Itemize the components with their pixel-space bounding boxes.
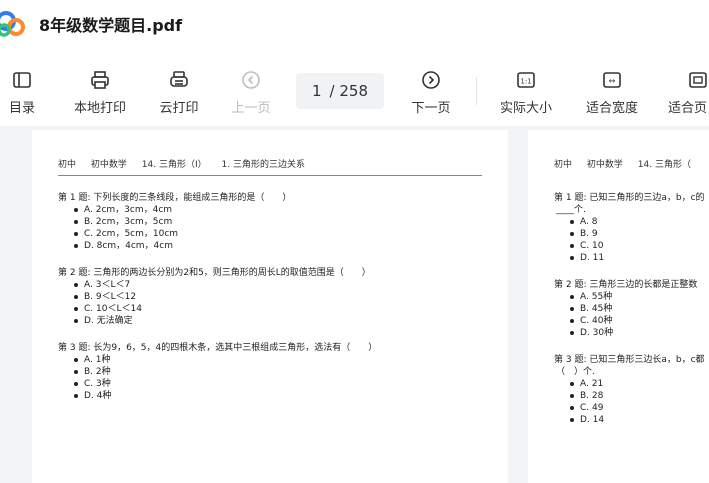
pdf-page-1: 初中 初中数学 14. 三角形（I） 1. 三角形的三边关系 第 1 题: 下列… <box>32 130 508 483</box>
question-2: 第 2 题: 三角形三边的长都是正整数 A. 55种 B. 45种 C. 40种… <box>554 279 697 339</box>
cloud-print-label: 云打印 <box>159 101 199 116</box>
question-3: 第 3 题: 长为9，6，5，4的四根木条，选其中三根组成三角形，选法有（ ） … <box>58 342 377 402</box>
local-print-label: 本地打印 <box>73 101 126 116</box>
header-divider <box>58 175 482 176</box>
actual-size-icon-text: 1:1 <box>520 78 531 86</box>
option-list: A. 8 B. 9 C. 10 D. 11 <box>570 216 705 264</box>
option-list: A. 1种 B. 2种 C. 3种 D. 4种 <box>74 354 377 402</box>
option-item: C. 10＜L＜14 <box>74 303 371 315</box>
actual-size-button[interactable]: 1:1 实际大小 <box>494 70 558 120</box>
option-item: C. 49 <box>570 402 705 414</box>
option-item: B. 2种 <box>74 366 377 378</box>
option-item: C. 10 <box>570 240 705 252</box>
option-item: D. 14 <box>570 414 705 426</box>
breadcrumb-item: 初中数学 <box>90 160 127 170</box>
fit-width-icon-text: ↔ <box>609 77 616 86</box>
toolbar: 目录 本地打印 云打印 上一页 1 / 258 下一页 1:1 实际大小 ↔ 适… <box>0 60 709 126</box>
question-blank: ____个. <box>556 205 586 215</box>
cloud-print-button[interactable]: 云打印 <box>152 70 206 120</box>
toolbar-divider <box>476 77 477 105</box>
question-title: 第 1 题: 已知三角形的三边a，b，c的 <box>554 193 705 203</box>
option-item: D. 无法确定 <box>74 315 371 327</box>
option-item: A. 3＜L＜7 <box>74 279 371 291</box>
option-item: A. 2cm，3cm，4cm <box>74 204 291 216</box>
option-item: D. 30种 <box>570 327 697 339</box>
question-title: 第 2 题: 三角形三边的长都是正整数 <box>554 280 698 290</box>
option-item: B. 2cm，3cm，5cm <box>74 216 291 228</box>
breadcrumb-item: 1. 三角形的三边关系 <box>221 160 305 170</box>
option-item: C. 2cm，5cm，10cm <box>74 228 291 240</box>
toc-sidebar-icon <box>13 72 31 88</box>
option-item: B. 9 <box>570 228 705 240</box>
option-list: A. 3＜L＜7 B. 9＜L＜12 C. 10＜L＜14 D. 无法确定 <box>74 279 371 327</box>
fit-width-icon: ↔ <box>603 72 621 88</box>
option-item: D. 4种 <box>74 390 377 402</box>
breadcrumb-item: 初中数学 <box>586 160 623 170</box>
toc-button[interactable]: 目录 <box>4 70 40 120</box>
option-list: A. 21 B. 28 C. 49 D. 14 <box>570 378 705 426</box>
chevron-right-circle-icon <box>422 71 440 89</box>
option-item: A. 21 <box>570 378 705 390</box>
printer-icon <box>91 71 109 89</box>
title-bar: 8年级数学题目.pdf <box>0 0 709 46</box>
question-1: 第 1 题: 已知三角形的三边a，b，c的 ____个. A. 8 B. 9 C… <box>554 192 705 264</box>
current-page[interactable]: 1 <box>312 82 322 100</box>
chevron-left-circle-icon <box>242 71 260 89</box>
breadcrumb-item: 初中 <box>554 160 573 170</box>
option-item: C. 40种 <box>570 315 697 327</box>
option-list: A. 55种 B. 45种 C. 40种 D. 30种 <box>570 291 697 339</box>
fit-width-button[interactable]: ↔ 适合宽度 <box>580 70 644 120</box>
cloud-printer-icon <box>170 71 188 87</box>
question-title: 第 1 题: 下列长度的三条线段，能组成三角形的是（ ） <box>58 193 292 203</box>
option-item: B. 28 <box>570 390 705 402</box>
question-3: 第 3 题: 已知三角形三边长a，b，c都 （ ）个. A. 21 B. 28 … <box>554 354 705 426</box>
prev-page-button[interactable]: 上一页 <box>226 70 276 120</box>
breadcrumb-item: 14. 三角形（ <box>637 160 691 170</box>
option-item: D. 11 <box>570 252 705 264</box>
actual-size-icon: 1:1 <box>517 72 535 88</box>
breadcrumb: 初中 初中数学 14. 三角形（ <box>554 157 703 170</box>
next-page-label: 下一页 <box>411 101 451 116</box>
question-title: 第 2 题: 三角形的两边长分别为2和5，则三角形的周长L的取值范围是（ ） <box>58 268 371 278</box>
document-viewer[interactable]: 初中 初中数学 14. 三角形（I） 1. 三角形的三边关系 第 1 题: 下列… <box>0 126 709 483</box>
option-item: A. 1种 <box>74 354 377 366</box>
option-item: A. 8 <box>570 216 705 228</box>
question-title: 第 3 题: 长为9，6，5，4的四根木条，选其中三根组成三角形，选法有（ ） <box>58 343 378 353</box>
option-item: C. 3种 <box>74 378 377 390</box>
pdf-page-2: 初中 初中数学 14. 三角形（ 第 1 题: 已知三角形的三边a，b，c的 _… <box>528 130 709 483</box>
question-title: 第 3 题: 已知三角形三边长a，b，c都 <box>554 355 705 365</box>
fit-page-icon <box>689 72 707 88</box>
question-1: 第 1 题: 下列长度的三条线段，能组成三角形的是（ ） A. 2cm，3cm，… <box>58 192 291 252</box>
breadcrumb: 初中 初中数学 14. 三角形（I） 1. 三角形的三边关系 <box>58 157 317 170</box>
question-blank: （ ）个. <box>556 367 595 377</box>
option-item: D. 8cm，4cm，4cm <box>74 240 291 252</box>
fit-page-button[interactable]: 适合页 <box>668 70 708 120</box>
app-logo-icon <box>0 11 25 37</box>
fit-page-label: 适合页 <box>668 101 708 116</box>
fit-width-label: 适合宽度 <box>585 101 638 116</box>
total-pages: / 258 <box>329 82 368 100</box>
option-item: A. 55种 <box>570 291 697 303</box>
option-item: B. 45种 <box>570 303 697 315</box>
prev-page-label: 上一页 <box>231 101 271 116</box>
actual-size-label: 实际大小 <box>499 101 552 116</box>
breadcrumb-item: 初中 <box>58 160 77 170</box>
option-list: A. 2cm，3cm，4cm B. 2cm，3cm，5cm C. 2cm，5cm… <box>74 204 291 252</box>
option-item: B. 9＜L＜12 <box>74 291 371 303</box>
file-title: 8年级数学题目.pdf <box>39 16 183 35</box>
local-print-button[interactable]: 本地打印 <box>68 70 132 120</box>
question-2: 第 2 题: 三角形的两边长分别为2和5，则三角形的周长L的取值范围是（ ） A… <box>58 267 371 327</box>
breadcrumb-item: 14. 三角形（I） <box>141 160 207 170</box>
toc-label: 目录 <box>8 101 35 116</box>
page-number-input[interactable]: 1 / 258 <box>296 73 384 109</box>
next-page-button[interactable]: 下一页 <box>406 70 456 120</box>
